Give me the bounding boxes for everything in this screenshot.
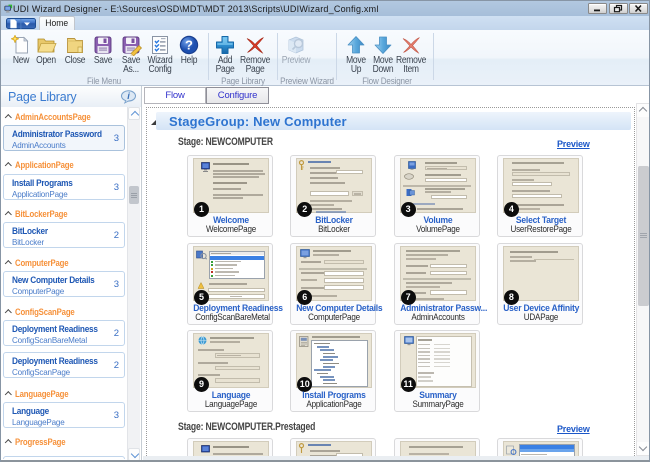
- svg-text:i: i: [127, 91, 130, 101]
- svg-text:?: ?: [185, 38, 193, 53]
